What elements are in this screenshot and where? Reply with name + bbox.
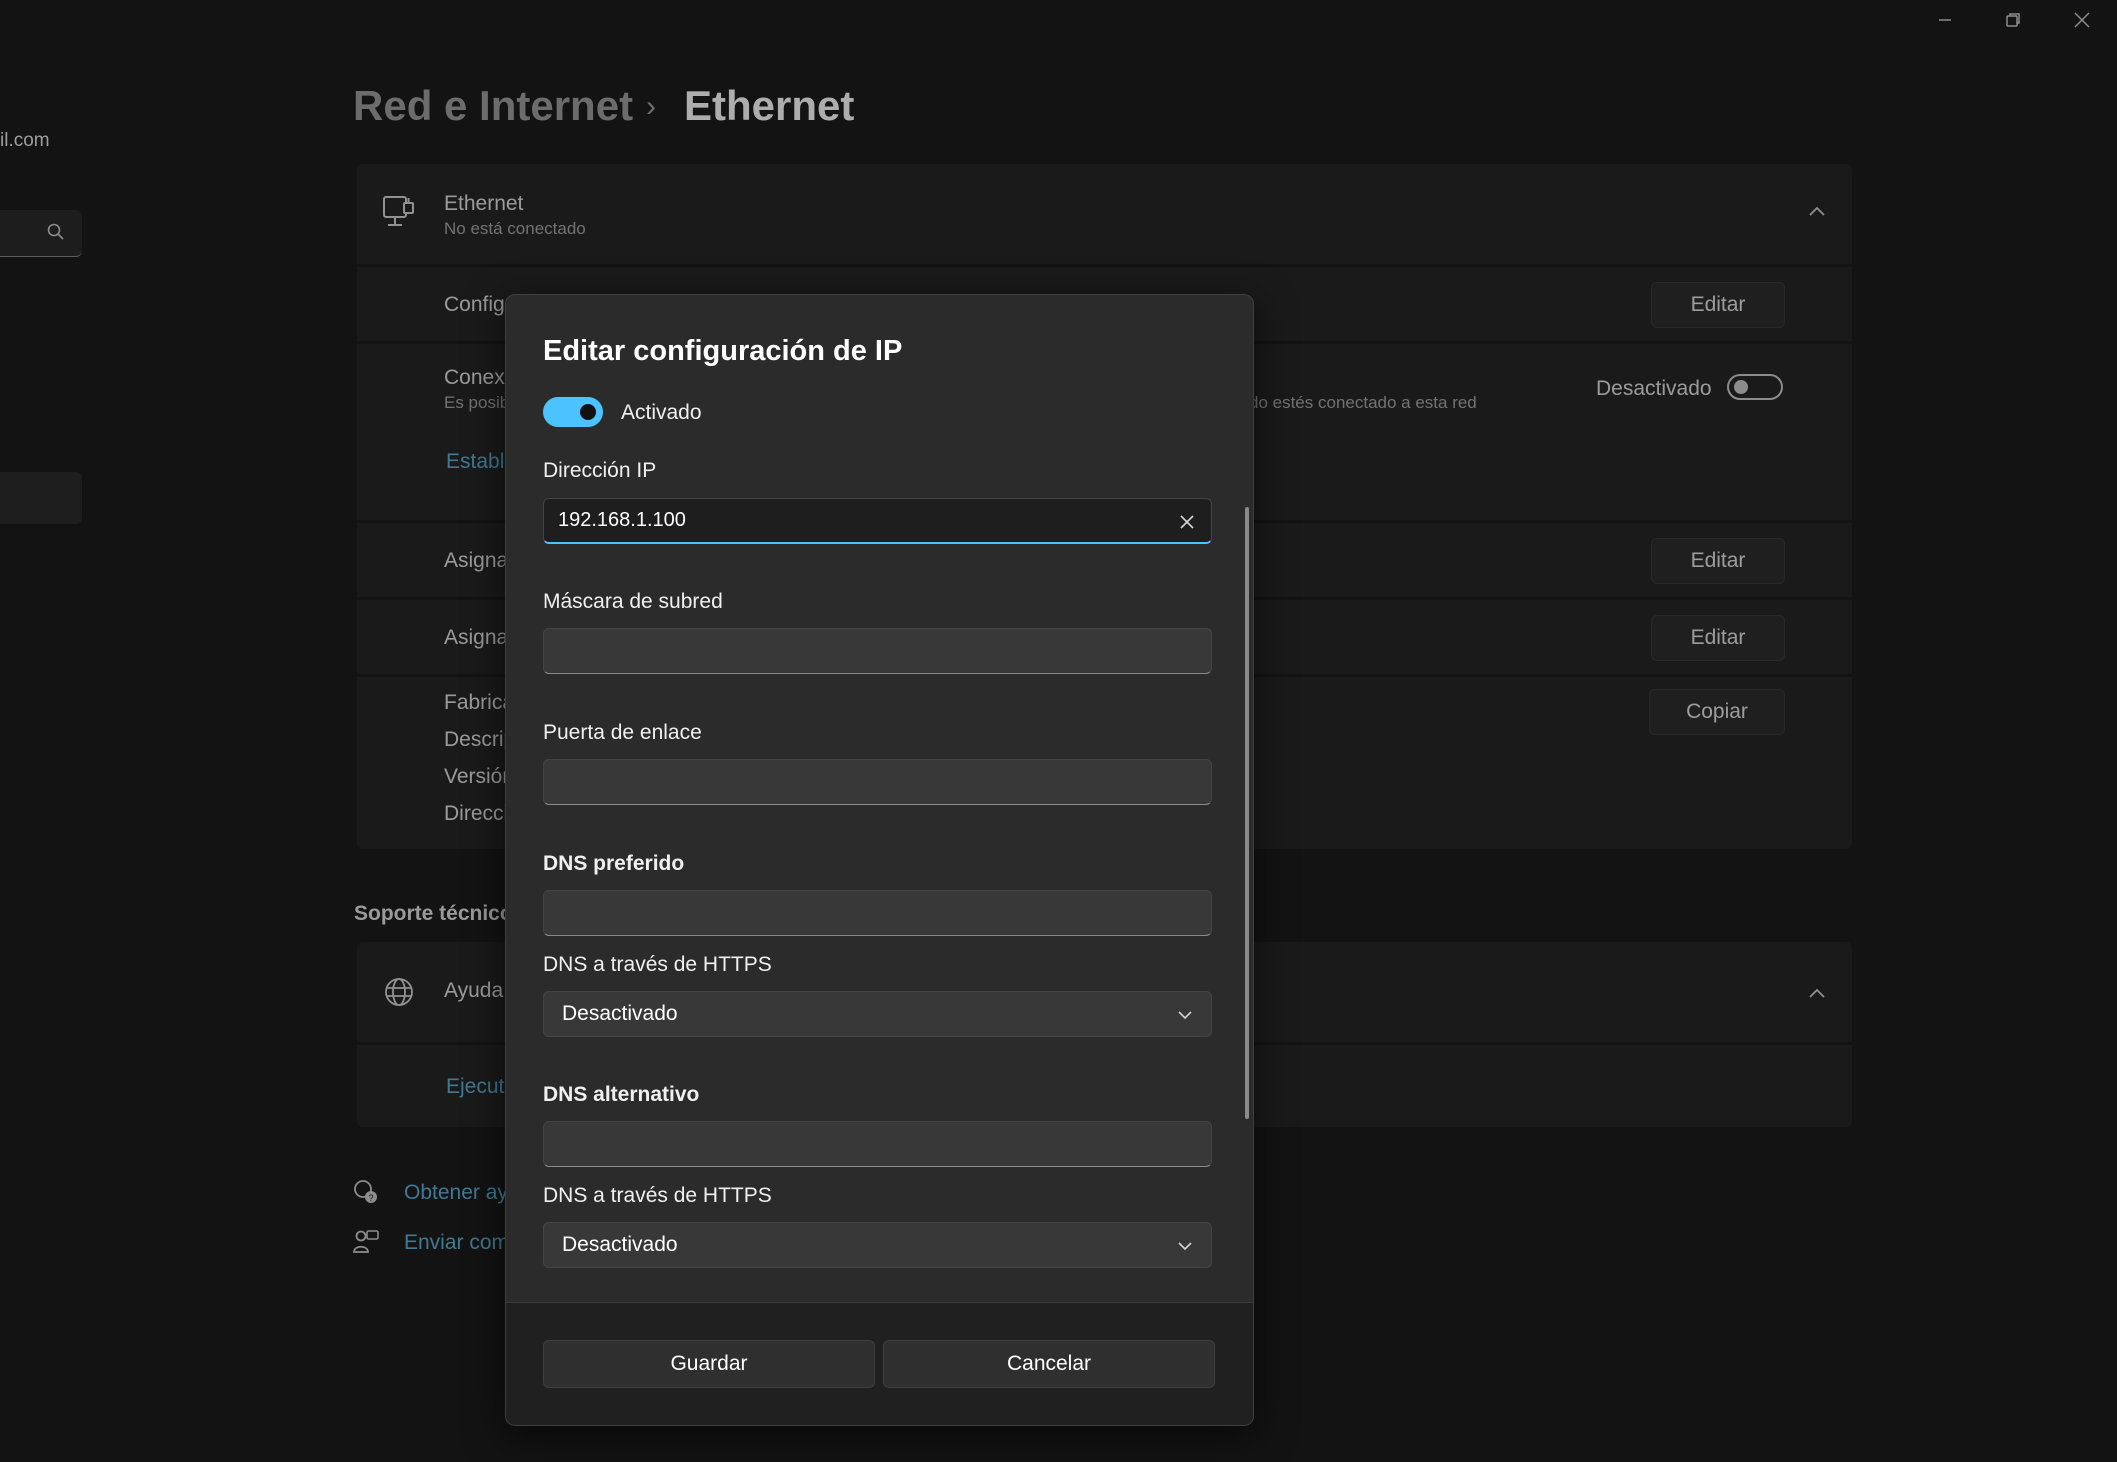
- chevron-down-icon: [1177, 1233, 1193, 1257]
- gateway-field[interactable]: [543, 759, 1212, 805]
- ip-address-value: 192.168.1.100: [558, 509, 686, 531]
- dns-alternate-label: DNS alternativo: [543, 1083, 700, 1106]
- dns-alternate-field[interactable]: [543, 1121, 1212, 1167]
- dns-https-value-1: Desactivado: [562, 1002, 678, 1025]
- dns-preferred-field[interactable]: [543, 890, 1212, 936]
- dialog-footer: Guardar Cancelar: [506, 1302, 1253, 1425]
- ip-address-field[interactable]: 192.168.1.100: [543, 498, 1212, 544]
- dns-preferred-label: DNS preferido: [543, 852, 685, 875]
- dns-https-label-1: DNS a través de HTTPS: [543, 953, 772, 976]
- subnet-field[interactable]: [543, 628, 1212, 674]
- ip-address-label: Dirección IP: [543, 459, 657, 482]
- save-button[interactable]: Guardar: [543, 1340, 875, 1388]
- subnet-label: Máscara de subred: [543, 590, 723, 613]
- clear-icon[interactable]: [1179, 513, 1195, 536]
- edit-ip-dialog: Editar configuración de IP Activado Dire…: [505, 294, 1254, 1426]
- dns-https-select-1[interactable]: Desactivado: [543, 991, 1212, 1037]
- dns-https-select-2[interactable]: Desactivado: [543, 1222, 1212, 1268]
- cancel-button[interactable]: Cancelar: [883, 1340, 1215, 1388]
- dns-https-value-2: Desactivado: [562, 1233, 678, 1256]
- chevron-down-icon: [1177, 1002, 1193, 1026]
- toggle-label: Activado: [621, 401, 702, 424]
- gateway-label: Puerta de enlace: [543, 721, 702, 744]
- dialog-scrollbar[interactable]: [1245, 507, 1249, 1119]
- ip-toggle[interactable]: [543, 397, 603, 427]
- dialog-title: Editar configuración de IP: [543, 335, 903, 367]
- dns-https-label-2: DNS a través de HTTPS: [543, 1184, 772, 1207]
